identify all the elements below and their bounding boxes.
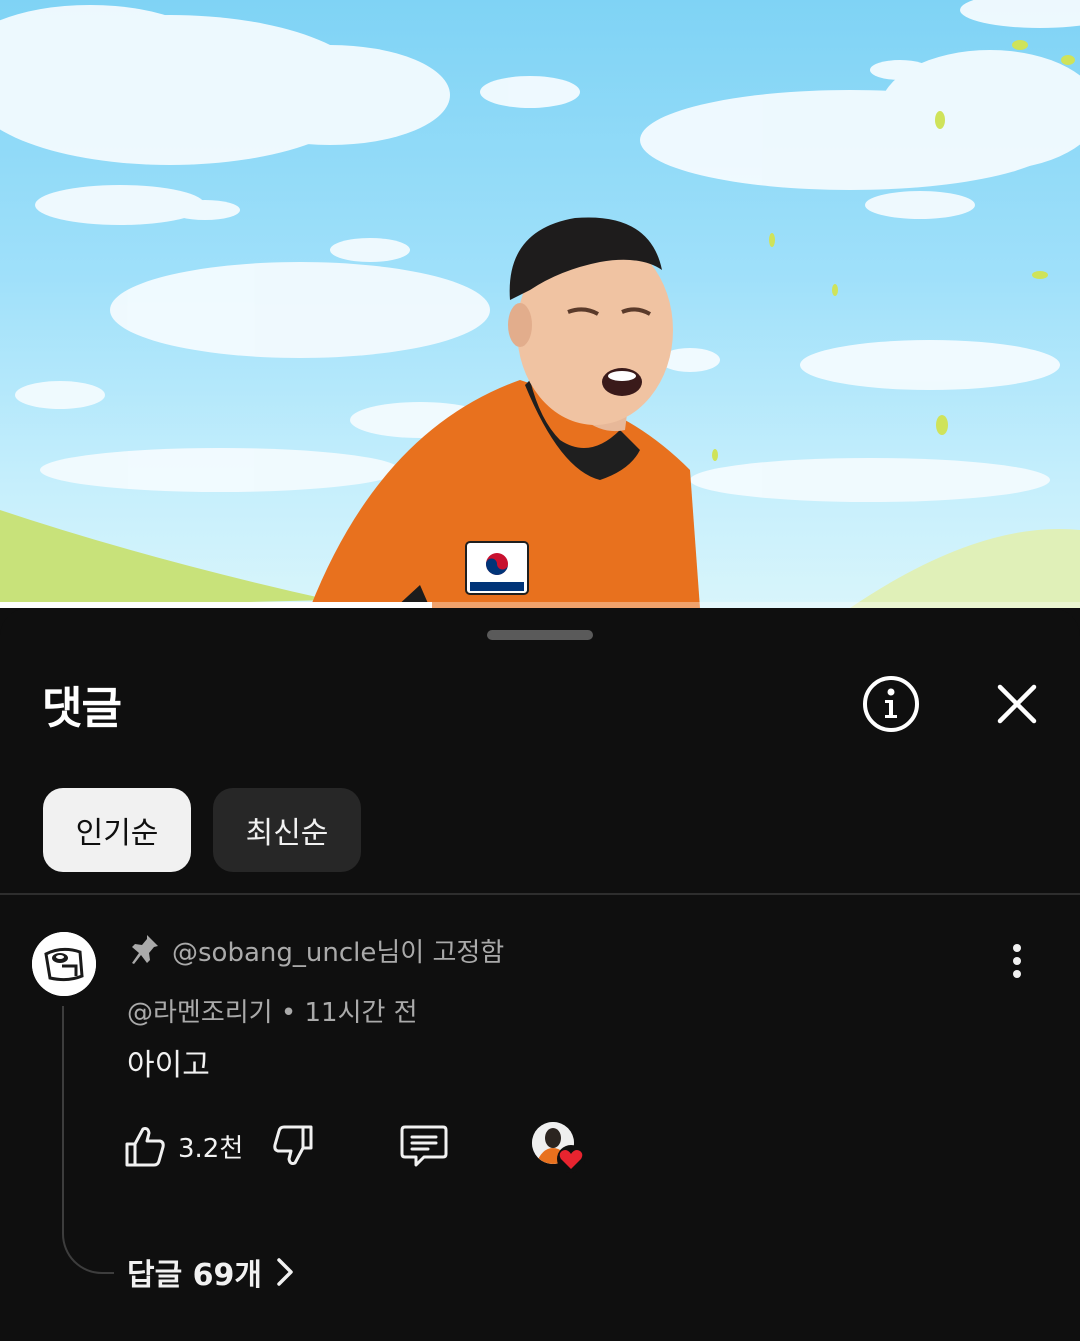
dislike-button[interactable] [272, 1122, 314, 1170]
chevron-right-icon [277, 1258, 293, 1286]
pinned-label: @sobang_uncle님이 고정함 [172, 937, 505, 968]
reply-comment-icon [400, 1125, 448, 1167]
comments-sheet: 댓글 인기순 최신순 @sobang_uncle님이 고정함 @라멘조리기 • … [0, 608, 1080, 1341]
video-frame-illustration [0, 0, 1080, 608]
heart-icon [557, 1145, 585, 1173]
pinned-indicator: @sobang_uncle님이 고정함 [130, 930, 504, 970]
reply-button[interactable] [400, 1122, 448, 1170]
comment-meta: @라멘조리기 • 11시간 전 [127, 992, 418, 1029]
view-replies-link[interactable]: 답글 69개 [127, 1250, 294, 1294]
creator-heart [532, 1122, 588, 1174]
more-dot [1013, 944, 1021, 952]
sort-chip-popular[interactable]: 인기순 [43, 788, 191, 872]
close-button[interactable] [992, 679, 1042, 729]
thumbs-up-icon [125, 1127, 165, 1167]
comment-author[interactable]: @라멘조리기 [127, 998, 273, 1028]
avatar-drawing-icon [32, 932, 96, 996]
comment-time: 11시간 전 [304, 998, 418, 1028]
avatar[interactable] [32, 932, 96, 996]
sort-chip-newest[interactable]: 최신순 [213, 788, 361, 872]
replies-label: 답글 69개 [127, 1258, 262, 1293]
pin-icon [132, 935, 158, 964]
sheet-title: 댓글 [42, 683, 122, 734]
sheet-drag-handle[interactable] [487, 630, 593, 640]
info-icon [863, 676, 919, 732]
thread-connector-line [62, 1006, 114, 1274]
more-dot [1013, 957, 1021, 965]
header-divider [0, 893, 1080, 895]
close-icon [997, 684, 1037, 724]
comment-text: 아이고 [127, 1048, 210, 1083]
thumbs-down-icon [273, 1125, 313, 1165]
meta-separator: • [272, 998, 305, 1028]
video-player[interactable] [0, 0, 1080, 608]
like-button[interactable]: 3.2천 [124, 1122, 243, 1170]
more-options-button[interactable] [1000, 940, 1034, 982]
like-count: 3.2천 [178, 1133, 244, 1164]
more-dot [1013, 970, 1021, 978]
info-button[interactable] [862, 675, 920, 733]
